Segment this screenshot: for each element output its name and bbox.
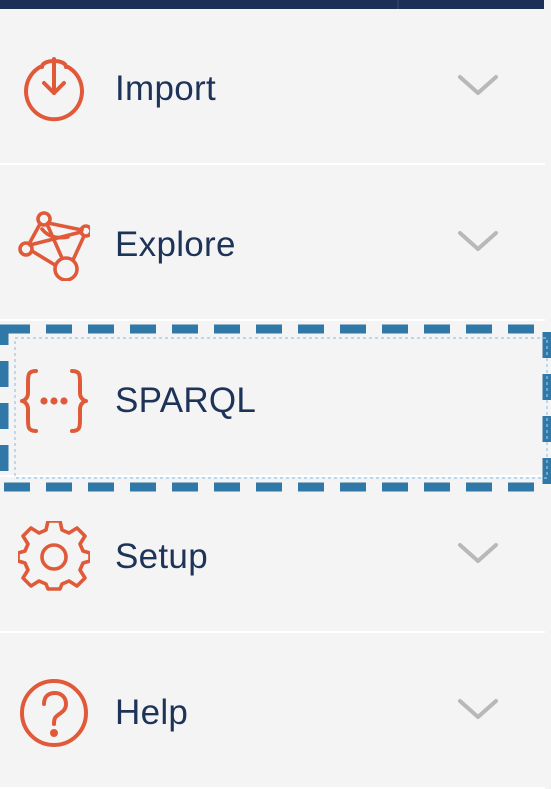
menu-item-label: Explore — [115, 225, 236, 264]
top-bar — [0, 0, 544, 9]
menu-item-help[interactable]: Help — [0, 633, 545, 789]
menu-item-label: Setup — [115, 537, 208, 576]
top-bar-divider — [397, 0, 399, 9]
chevron-down-icon[interactable] — [456, 695, 500, 723]
import-icon — [18, 53, 90, 125]
gear-icon — [18, 521, 90, 593]
menu-item-label: Import — [115, 69, 216, 108]
menu-item-label: Help — [115, 693, 189, 732]
chevron-down-icon[interactable] — [456, 539, 500, 567]
menu-item-import[interactable]: Import — [0, 9, 545, 165]
help-icon — [18, 677, 90, 749]
menu-item-label: SPARQL — [115, 381, 257, 420]
menu-item-explore[interactable]: Explore — [0, 165, 545, 321]
menu-item-setup[interactable]: Setup — [0, 477, 545, 633]
chevron-down-icon[interactable] — [456, 71, 500, 99]
chevron-down-icon[interactable] — [456, 227, 500, 255]
side-menu: Import Explore SPARQL Setup Help — [0, 9, 551, 789]
braces-icon — [18, 365, 90, 437]
menu-item-sparql[interactable]: SPARQL — [0, 321, 545, 477]
graph-icon — [18, 209, 90, 281]
